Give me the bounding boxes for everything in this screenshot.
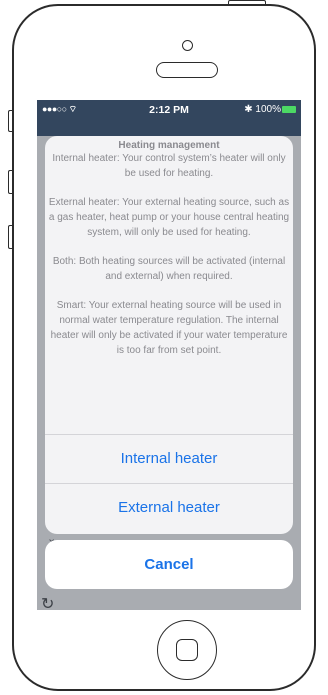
front-camera bbox=[182, 40, 193, 51]
message-smart: Smart: Your external heating source will… bbox=[50, 300, 288, 356]
status-bar: ●●●○○ ⌔ 2:12 PM ✱ 100% bbox=[37, 100, 301, 120]
message-external: External heater: Your external heating s… bbox=[48, 197, 290, 238]
sheet-title: Heating management bbox=[118, 140, 220, 151]
battery-icon bbox=[282, 106, 296, 113]
internal-heater-button[interactable]: Internal heater bbox=[45, 434, 293, 482]
cancel-button[interactable]: Cancel bbox=[45, 540, 293, 589]
message-both: Both: Both heating sources will be activ… bbox=[52, 256, 286, 282]
earpiece-speaker bbox=[156, 62, 218, 78]
home-button-icon bbox=[176, 639, 198, 661]
action-sheet: Heating management Internal heater: Your… bbox=[45, 136, 293, 534]
message-internal: Internal heater: Your control system’s h… bbox=[52, 153, 286, 179]
bluetooth-battery-text: ✱ 100% bbox=[244, 104, 281, 115]
background-refresh-icon: ↻ bbox=[41, 596, 55, 610]
external-heater-button[interactable]: External heater bbox=[45, 483, 293, 531]
home-button[interactable] bbox=[157, 620, 217, 680]
phone-screen: ⌄ ↻ ●●●○○ ⌔ 2:12 PM ✱ 100% Heating manag… bbox=[37, 100, 301, 610]
